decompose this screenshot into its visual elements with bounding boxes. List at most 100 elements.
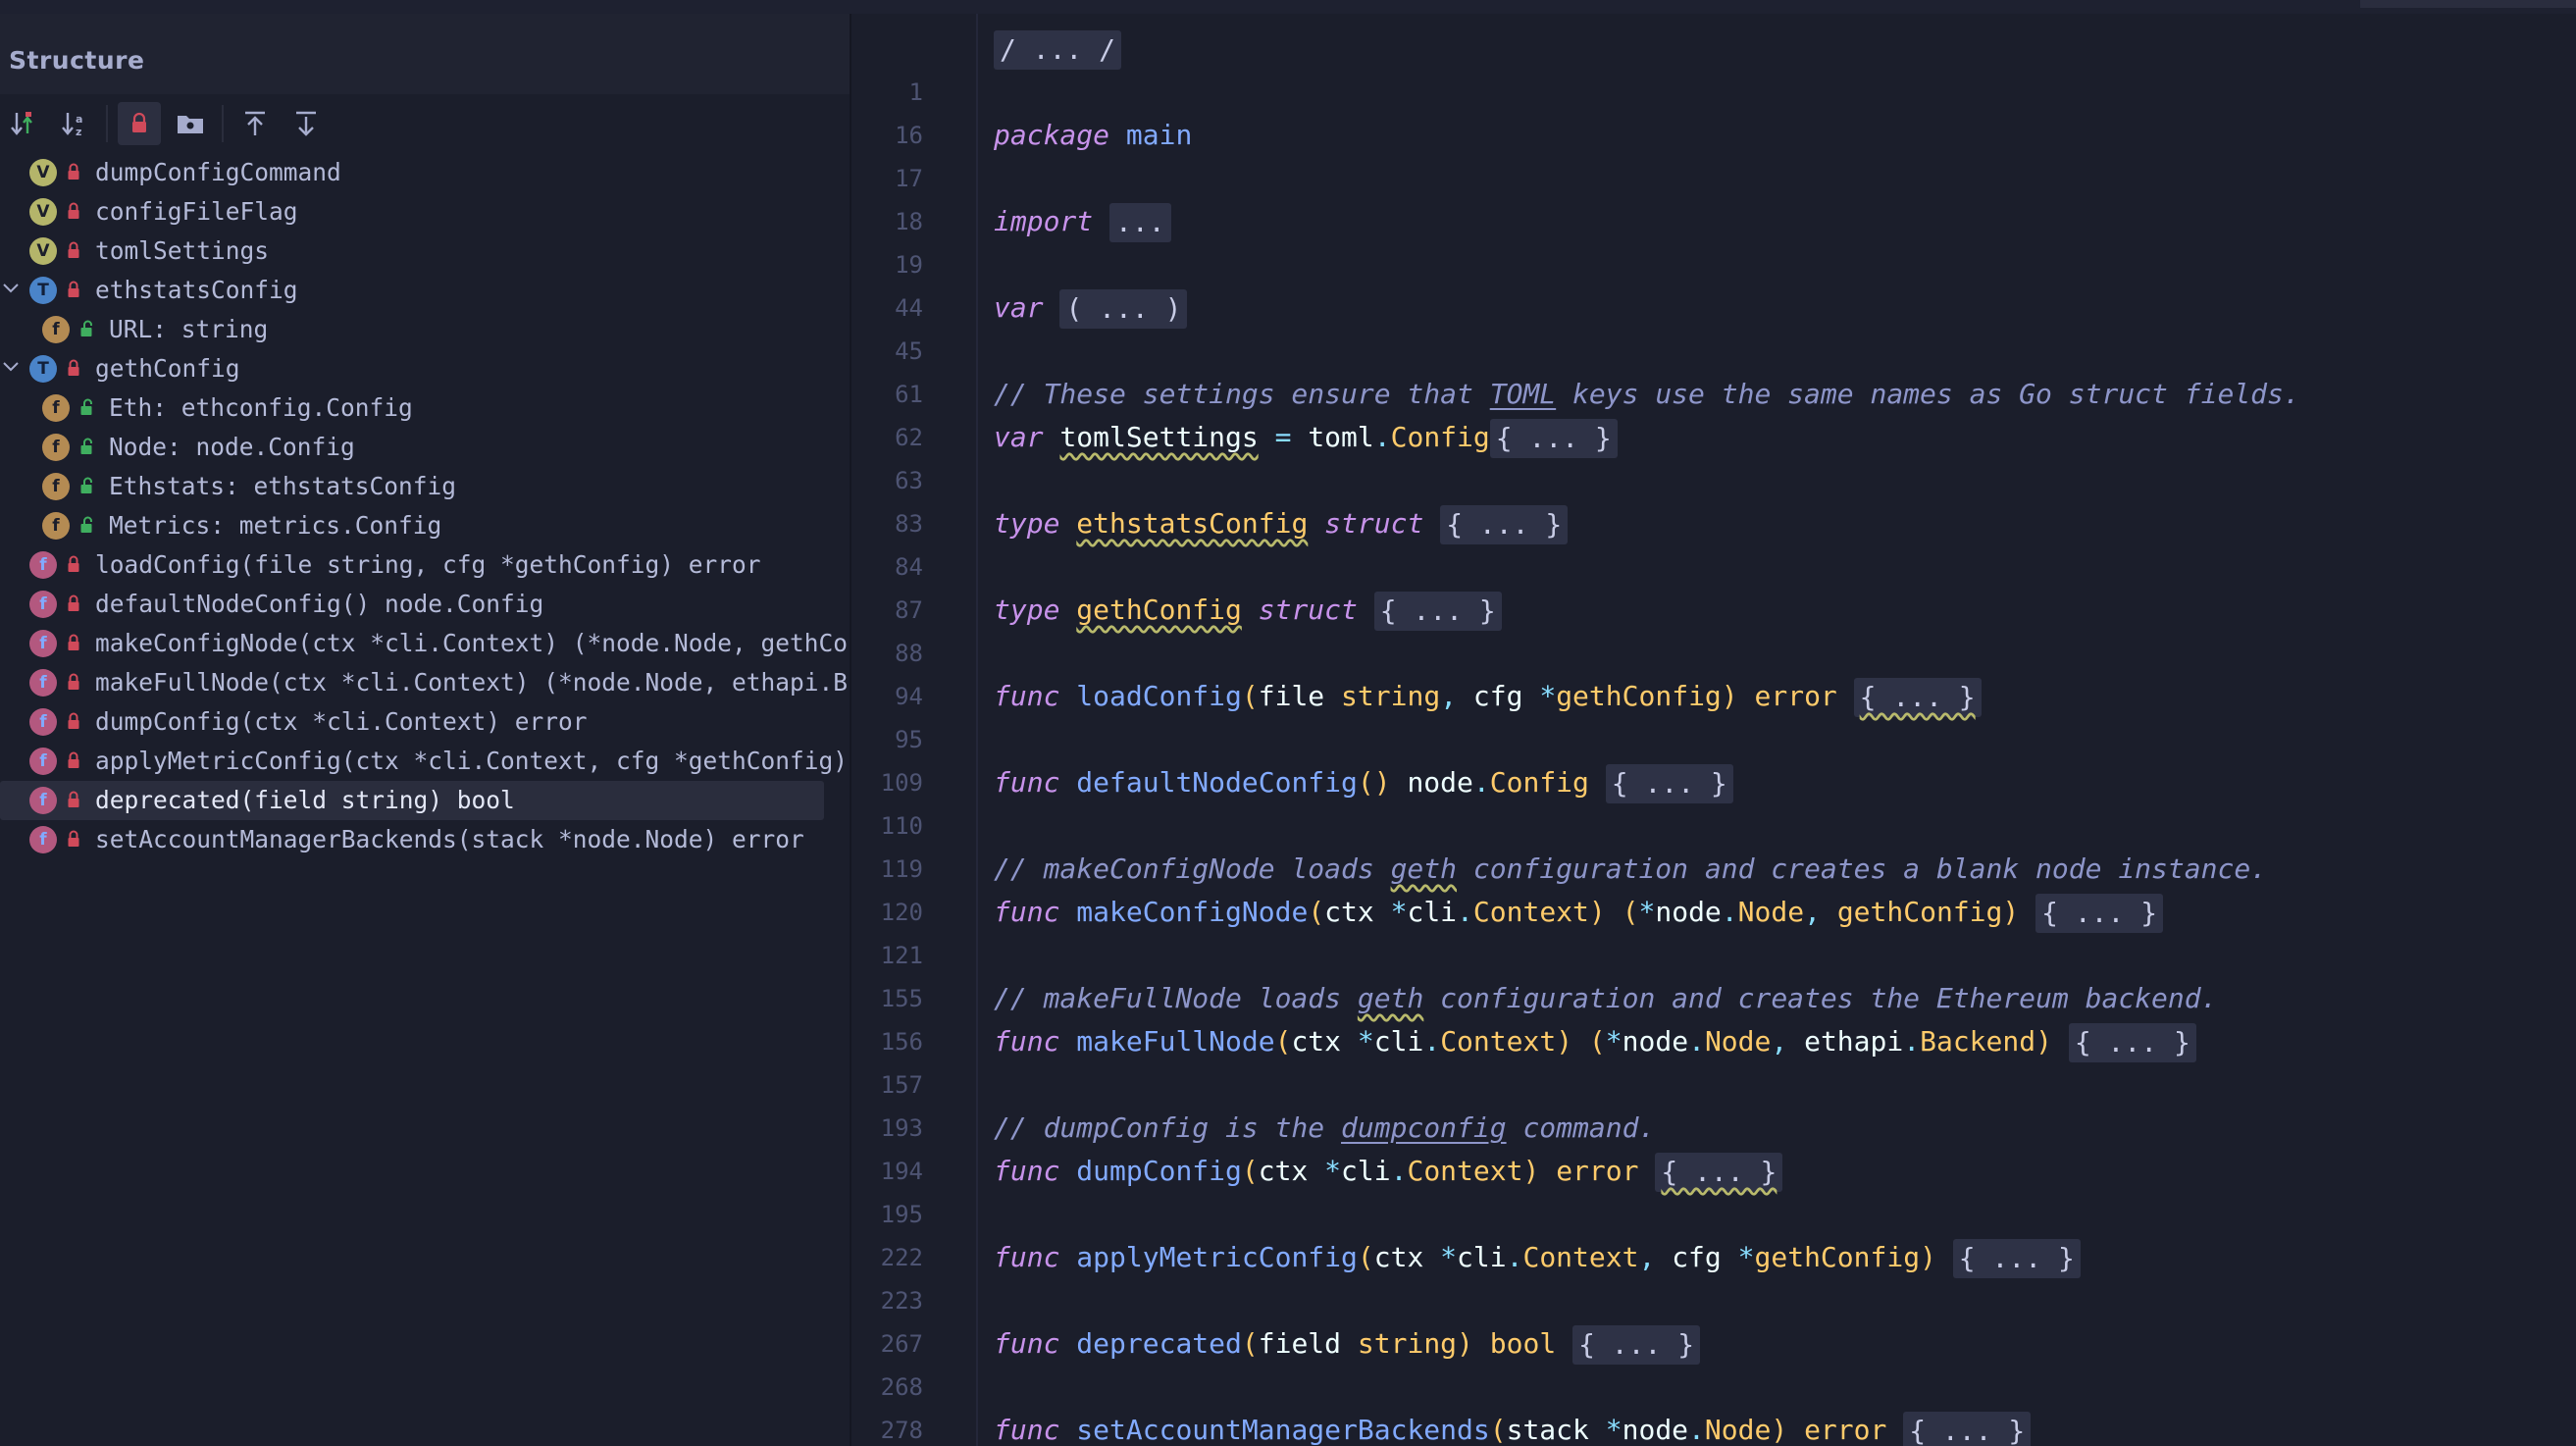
sort-alphabetically-button[interactable]: a z	[53, 102, 96, 145]
folded-region[interactable]: { ... }	[2035, 894, 2164, 933]
chevron-down-icon[interactable]	[1, 357, 21, 377]
folded-region[interactable]: { ... }	[1440, 505, 1569, 544]
tree-item-Eth[interactable]: f Eth: ethconfig.Config	[0, 388, 850, 428]
tree-item-ethstatsConfig[interactable]: T ethstatsConfig	[0, 271, 850, 310]
code-line[interactable]: 279 func setAccountManagerBackends(stack…	[851, 1409, 2576, 1446]
tree-item-label: ethstatsConfig	[95, 276, 298, 304]
tree-item-label: dumpConfig(ctx *cli.Context) error	[95, 707, 588, 736]
tree-item-loadConfig[interactable]: f loadConfig(file string, cfg *gethConfi…	[0, 545, 850, 585]
code-line[interactable]: 62 // These settings ensure that TOML ke…	[851, 373, 2576, 451]
tree-item-Metrics[interactable]: f Metrics: metrics.Config	[0, 506, 850, 545]
folded-region[interactable]: { ... }	[1853, 678, 1982, 717]
code-line[interactable]: 194 // dumpConfig is the dumpconfig comm…	[851, 1107, 2576, 1185]
tree-item-label: Node: node.Config	[109, 433, 355, 461]
folded-region[interactable]: { ... }	[1489, 419, 1618, 458]
collapse-all-button[interactable]	[284, 102, 328, 145]
tree-item-label: Metrics: metrics.Config	[109, 511, 442, 540]
code-line[interactable]: 278	[851, 1366, 2576, 1444]
expand-all-button[interactable]	[233, 102, 277, 145]
code-line[interactable]: 155	[851, 934, 2576, 1012]
folded-region[interactable]: { ... }	[1655, 1153, 1783, 1192]
code-line[interactable]: 121 func makeConfigNode(ctx *cli.Context…	[851, 891, 2576, 969]
code-line[interactable]: 193	[851, 1063, 2576, 1142]
private-lock-icon	[68, 555, 79, 572]
tree-item-dumpConfig[interactable]: f dumpConfig(ctx *cli.Context) error	[0, 702, 850, 742]
toolbar-separator	[106, 105, 108, 142]
code-line[interactable]: 222	[851, 1193, 2576, 1271]
tree-item-label: setAccountManagerBackends(stack *node.No…	[95, 825, 804, 853]
code-line[interactable]: 17 package main	[851, 114, 2576, 192]
code-line[interactable]: 120 // makeConfigNode loads geth configu…	[851, 848, 2576, 926]
show-non-public-button[interactable]	[118, 102, 161, 145]
code-line[interactable]: 268 func deprecated(field string) bool {…	[851, 1322, 2576, 1401]
structure-panel: Structure a z V dumpConfigCommand V conf…	[0, 14, 850, 1446]
tree-item-label: tomlSettings	[95, 236, 270, 265]
sort-by-visibility-icon	[11, 112, 32, 135]
code-line[interactable]: 84 type ethstatsConfig struct { ... }	[851, 502, 2576, 581]
folded-region[interactable]: { ... }	[1903, 1412, 2032, 1446]
tree-item-defaultNodeConfig[interactable]: f defaultNodeConfig() node.Config	[0, 585, 850, 624]
tree-item-dumpConfigCommand[interactable]: V dumpConfigCommand	[0, 153, 850, 192]
private-lock-icon	[68, 712, 79, 729]
sort-by-visibility-button[interactable]	[2, 102, 45, 145]
code-line[interactable]: 94	[851, 632, 2576, 710]
code-line[interactable]: 109	[851, 718, 2576, 797]
code-line[interactable]: 119	[851, 804, 2576, 883]
type-icon: T	[29, 355, 57, 383]
folded-region[interactable]: { ... }	[1373, 592, 1502, 631]
type-icon: T	[29, 277, 57, 304]
private-lock-icon	[68, 281, 79, 297]
folded-region[interactable]: { ... }	[2068, 1023, 2196, 1062]
structure-tree: V dumpConfigCommand V configFileFlag V t…	[0, 153, 850, 859]
folded-region[interactable]: ...	[1109, 203, 1171, 242]
code-line[interactable]: 83	[851, 459, 2576, 538]
tree-item-label: makeFullNode(ctx *cli.Context) (*node.No…	[95, 668, 849, 697]
code-line[interactable]: 223 func applyMetricConfig(ctx *cli.Cont…	[851, 1236, 2576, 1315]
code-line[interactable]: 88 type gethConfig struct { ... }	[851, 589, 2576, 667]
tree-item-makeFullNode[interactable]: f makeFullNode(ctx *cli.Context) (*node.…	[0, 663, 850, 702]
code-line[interactable]: 45 var ( ... )	[851, 286, 2576, 365]
code-line[interactable]: 95 func loadConfig(file string, cfg *get…	[851, 675, 2576, 753]
folded-region[interactable]: / ... /	[994, 30, 1122, 70]
code-line[interactable]: 18	[851, 157, 2576, 235]
tree-item-URL[interactable]: f URL: string	[0, 310, 850, 349]
tree-item-label: deprecated(field string) bool	[95, 786, 515, 814]
code-line[interactable]: 156 // makeFullNode loads geth configura…	[851, 977, 2576, 1056]
tree-item-gethConfig[interactable]: T gethConfig	[0, 349, 850, 388]
tree-item-label: dumpConfigCommand	[95, 158, 341, 186]
folded-region[interactable]: { ... }	[1572, 1325, 1701, 1365]
function-icon: f	[29, 787, 57, 814]
variable-icon: V	[29, 237, 57, 265]
code-line[interactable]: 44	[851, 243, 2576, 322]
code-line[interactable]: 157 func makeFullNode(ctx *cli.Context) …	[851, 1020, 2576, 1099]
private-lock-icon	[68, 751, 79, 768]
folded-region[interactable]: { ... }	[1605, 764, 1733, 803]
code-line[interactable]: 267	[851, 1279, 2576, 1358]
code-line[interactable]: 1 / ... /	[851, 27, 2576, 106]
private-lock-icon	[68, 673, 79, 690]
editor-tab-strip[interactable]	[2360, 0, 2576, 8]
toolbar-separator	[222, 105, 224, 142]
code-editor[interactable]: 1 / ... / 16 17 package main 18 19 impor…	[851, 14, 2576, 1446]
code-line[interactable]: 87	[851, 545, 2576, 624]
code-line[interactable]: 16	[851, 71, 2576, 149]
folded-region[interactable]: { ... }	[1952, 1239, 2081, 1278]
code-line[interactable]: 63 var tomlSettings = toml.Config{ ... }	[851, 416, 2576, 494]
public-unlock-icon	[80, 398, 92, 415]
code-line[interactable]: 19 import ...	[851, 200, 2576, 279]
tree-item-setAccountManagerBackends[interactable]: f setAccountManagerBackends(stack *node.…	[0, 820, 850, 859]
code-line[interactable]: 61	[851, 330, 2576, 408]
show-folders-button[interactable]	[169, 102, 212, 145]
folded-region[interactable]: ( ... )	[1059, 289, 1188, 329]
tree-item-Ethstats[interactable]: f Ethstats: ethstatsConfig	[0, 467, 850, 506]
tree-item-configFileFlag[interactable]: V configFileFlag	[0, 192, 850, 232]
code-line[interactable]: 195 func dumpConfig(ctx *cli.Context) er…	[851, 1150, 2576, 1228]
tree-item-tomlSettings[interactable]: V tomlSettings	[0, 232, 850, 271]
tree-item-Node[interactable]: f Node: node.Config	[0, 428, 850, 467]
tree-item-applyMetricConfig[interactable]: f applyMetricConfig(ctx *cli.Context, cf…	[0, 742, 850, 781]
code-line[interactable]: 110 func defaultNodeConfig() node.Config…	[851, 761, 2576, 840]
tree-item-makeConfigNode[interactable]: f makeConfigNode(ctx *cli.Context) (*nod…	[0, 624, 850, 663]
tree-item-deprecated[interactable]: f deprecated(field string) bool	[0, 781, 824, 820]
chevron-down-icon[interactable]	[1, 279, 21, 298]
tree-item-label: applyMetricConfig(ctx *cli.Context, cfg …	[95, 747, 849, 775]
